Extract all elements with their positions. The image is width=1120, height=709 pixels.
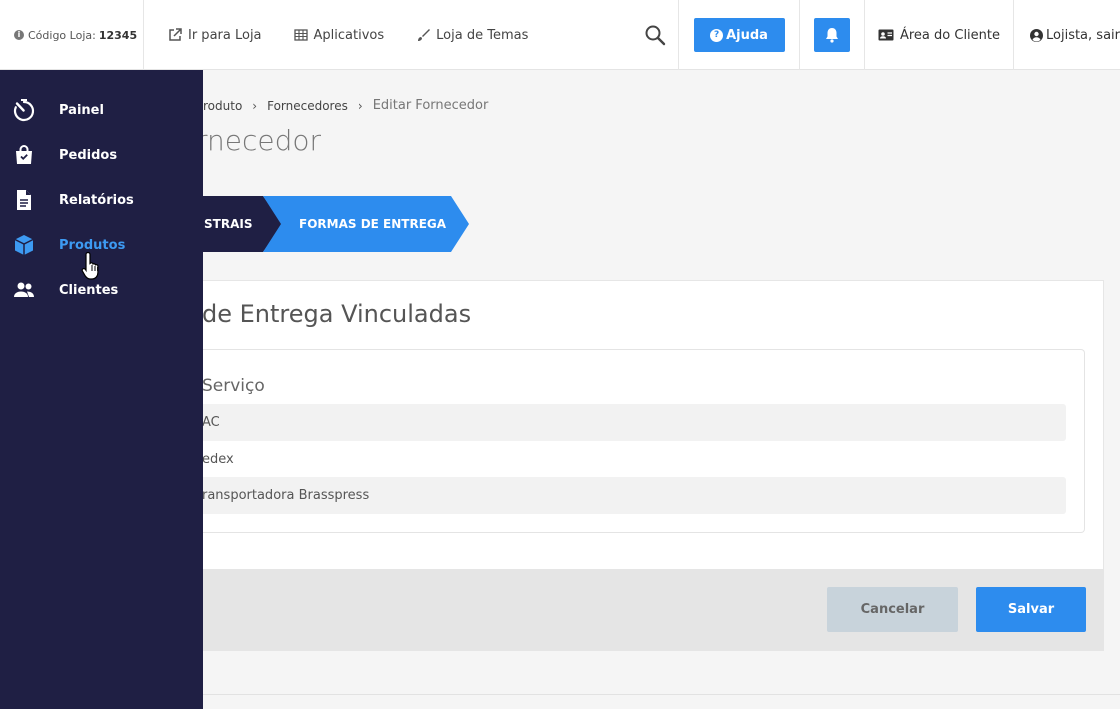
- card-footer: Cancelar Salvar: [203, 569, 1104, 651]
- save-button[interactable]: Salvar: [976, 587, 1086, 632]
- sidebar-item-relatorios[interactable]: Relatórios: [0, 180, 203, 220]
- sidebar-item-label: Pedidos: [59, 147, 118, 163]
- brush-icon: [418, 29, 431, 41]
- stopwatch-icon: [13, 99, 35, 122]
- breadcrumb-item-suppliers[interactable]: Fornecedores: [267, 99, 348, 113]
- sidebar-item-label: Painel: [59, 102, 104, 118]
- theme-store-link[interactable]: Loja de Temas: [416, 28, 528, 43]
- apps-link[interactable]: Aplicativos: [293, 27, 385, 43]
- info-icon: i: [14, 30, 24, 40]
- help-label: Ajuda: [726, 27, 768, 43]
- breadcrumb-current: Editar Fornecedor: [372, 98, 489, 113]
- service-name: ransportadora Brasspress: [202, 488, 370, 503]
- document-icon: [17, 190, 31, 210]
- question-icon: ?: [710, 28, 724, 42]
- notifications-button[interactable]: [814, 18, 850, 52]
- external-link-icon: [169, 28, 182, 41]
- column-header-service: Serviço: [202, 376, 265, 396]
- service-name: edex: [202, 452, 234, 467]
- client-area-link[interactable]: Área do Cliente: [865, 0, 1014, 70]
- grid-icon: [293, 29, 308, 41]
- help-cell: ? Ajuda: [678, 0, 800, 70]
- logout-link[interactable]: Lojista, sair: [1014, 0, 1120, 70]
- shopping-bag-icon: [16, 145, 32, 164]
- sidebar-item-label: Clientes: [59, 282, 119, 298]
- divider: [203, 694, 1120, 695]
- chevron-right-icon: ›: [252, 98, 258, 113]
- store-code-label: Código Loja:: [28, 28, 96, 42]
- sidebar-item-label: Relatórios: [59, 192, 134, 208]
- table-row[interactable]: ransportadora Brasspress: [202, 477, 1066, 514]
- step-general-label: STRAIS: [204, 217, 253, 231]
- store-code-value: 12345: [98, 28, 138, 42]
- chevron-right-icon: ›: [357, 98, 363, 113]
- page-title: rnecedor: [196, 124, 322, 157]
- services-table: Serviço AC edex ransportadora Brasspress: [202, 349, 1085, 533]
- sidebar-item-pedidos[interactable]: Pedidos: [0, 135, 203, 175]
- notifications-cell: [800, 0, 865, 70]
- sidebar: Painel Pedidos Relatórios Produtos Clien…: [0, 70, 203, 709]
- help-button[interactable]: ? Ajuda: [693, 18, 785, 52]
- box-icon: [14, 235, 34, 255]
- sidebar-item-painel[interactable]: Painel: [0, 90, 203, 130]
- client-area-label: Área do Cliente: [899, 27, 1001, 43]
- cancel-button[interactable]: Cancelar: [827, 587, 958, 632]
- step-delivery-tab[interactable]: FORMAS DE ENTREGA: [263, 196, 469, 252]
- step-delivery-label: FORMAS DE ENTREGA: [299, 217, 447, 231]
- top-nav-links: Ir para Loja Aplicativos Loja de Temas: [144, 0, 679, 70]
- logout-label: Lojista, sair: [1046, 27, 1120, 43]
- card-title: de Entrega Vinculadas: [202, 300, 472, 328]
- hand-cursor-icon: [81, 251, 99, 280]
- breadcrumb-item-product[interactable]: roduto: [203, 99, 242, 113]
- go-to-store-link[interactable]: Ir para Loja: [168, 28, 262, 43]
- delivery-methods-card: de Entrega Vinculadas Serviço AC edex ra…: [202, 280, 1104, 651]
- table-row[interactable]: edex: [202, 441, 1066, 478]
- table-row[interactable]: AC: [202, 404, 1066, 441]
- wizard-steps: STRAIS FORMAS DE ENTREGA: [203, 196, 473, 252]
- id-card-icon: [878, 29, 894, 41]
- apps-label: Aplicativos: [313, 27, 385, 43]
- breadcrumb: roduto › Fornecedores › Editar Fornecedo…: [203, 98, 488, 113]
- search-icon[interactable]: [643, 23, 667, 47]
- go-to-store-label: Ir para Loja: [188, 27, 262, 43]
- user-circle-icon: [1030, 28, 1043, 42]
- users-icon: [14, 282, 34, 297]
- service-name: AC: [202, 415, 220, 430]
- bell-icon: [826, 28, 838, 43]
- store-code: i Código Loja: 12345: [0, 0, 144, 70]
- theme-store-label: Loja de Temas: [436, 27, 529, 43]
